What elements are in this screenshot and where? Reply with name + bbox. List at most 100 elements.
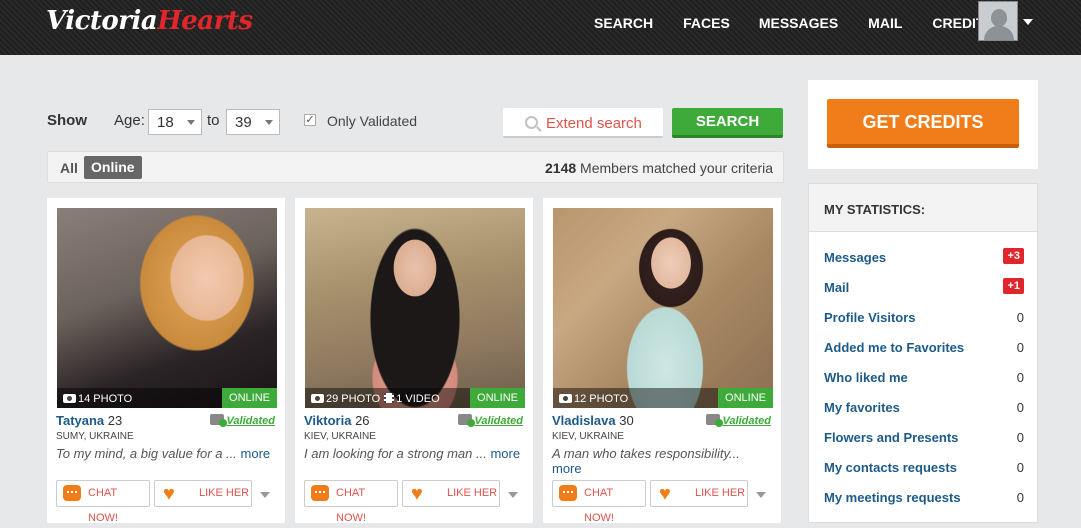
stat-added-to-favorites[interactable]: Added me to Favorites 0 — [824, 340, 1024, 360]
chevron-down-icon — [265, 120, 273, 125]
profile-bio: To my mind, a big value for a ... more — [56, 446, 274, 461]
profile-location: KIEV, UKRAINE — [304, 431, 376, 442]
extend-search-button[interactable]: Extend search — [503, 108, 663, 138]
only-validated-checkbox[interactable]: ✓ — [304, 114, 316, 126]
search-button[interactable]: SEARCH — [672, 108, 783, 138]
profile-age: 30 — [619, 413, 634, 428]
more-link[interactable]: more — [490, 446, 520, 461]
photo-count: 14 PHOTO — [63, 393, 132, 405]
logo-text-victoria: Victoria — [46, 6, 158, 36]
id-verified-icon — [209, 414, 227, 427]
like-her-label: LIKE HER — [199, 487, 250, 499]
stat-contacts-requests[interactable]: My contacts requests 0 — [824, 460, 1024, 480]
profile-bio: I am looking for a strong man ... more — [304, 446, 522, 461]
profile-photo[interactable]: 14 PHOTO ONLINE — [57, 208, 277, 408]
profile-location: SUMY, UKRAINE — [56, 431, 134, 442]
camera-icon — [311, 394, 324, 403]
profile-photo[interactable]: 12 PHOTO ONLINE — [553, 208, 773, 408]
stat-value: 0 — [1016, 430, 1024, 445]
stats-title: MY STATISTICS: — [824, 202, 926, 217]
chevron-down-icon — [187, 120, 195, 125]
like-her-button[interactable]: ♥ LIKE HER — [650, 480, 748, 507]
validated-badge[interactable]: Validated — [209, 414, 276, 427]
nav-faces[interactable]: FACES — [683, 15, 730, 31]
profile-name[interactable]: Tatyana — [56, 413, 104, 428]
online-badge: ONLINE — [222, 388, 277, 408]
stat-profile-visitors[interactable]: Profile Visitors 0 — [824, 310, 1024, 330]
photo-count: 29 PHOTO 1 VIDEO — [311, 393, 440, 405]
age-from-select[interactable]: 18 — [148, 109, 202, 135]
profile-age: 26 — [355, 413, 370, 428]
credits-panel: GET CREDITS — [808, 80, 1038, 169]
profile-name[interactable]: Vladislava — [552, 413, 616, 428]
profile-age: 23 — [107, 413, 123, 428]
id-verified-icon — [705, 414, 723, 427]
my-statistics-panel: MY STATISTICS: Messages +3 Mail +1 Profile… — [808, 183, 1038, 523]
stat-new-badge: +3 — [1003, 248, 1024, 264]
account-menu-caret-icon[interactable] — [1023, 19, 1033, 25]
user-avatar[interactable] — [978, 1, 1018, 41]
to-label: to — [207, 112, 220, 129]
stat-my-favorites[interactable]: My favorites 0 — [824, 400, 1024, 420]
validated-label: Validated — [226, 415, 276, 427]
chat-now-button[interactable]: CHAT NOW! — [56, 480, 150, 524]
profile-location: KIEV, UKRAINE — [552, 431, 624, 442]
like-her-button[interactable]: ♥ LIKE HER — [154, 480, 252, 507]
stat-flowers-presents[interactable]: Flowers and Presents 0 — [824, 430, 1024, 450]
age-from-value: 18 — [157, 114, 174, 131]
stat-label: Messages — [824, 250, 887, 265]
stat-value: 0 — [1016, 340, 1024, 355]
stat-label: Profile Visitors — [824, 310, 916, 325]
stat-messages[interactable]: Messages +3 — [824, 248, 1024, 270]
more-link[interactable]: more — [241, 446, 271, 461]
site-logo[interactable]: VictoriaHearts — [46, 6, 253, 36]
online-badge: ONLINE — [718, 388, 773, 408]
search-icon — [525, 116, 538, 129]
nav-messages[interactable]: MESSAGES — [759, 15, 838, 31]
more-actions-chevron-icon[interactable] — [508, 492, 518, 498]
online-badge: ONLINE — [470, 388, 525, 408]
more-actions-chevron-icon[interactable] — [260, 492, 270, 498]
stat-meetings-requests[interactable]: My meetings requests 0 — [824, 490, 1024, 510]
avatar-placeholder-icon — [991, 9, 1007, 27]
video-count-label: 1 VIDEO — [396, 393, 440, 405]
main-nav: SEARCH FACES MESSAGES MAIL CREDITS — [594, 15, 994, 31]
validated-badge[interactable]: Validated — [705, 414, 771, 427]
profile-name-row: Viktoria 26 — [304, 413, 370, 428]
stat-mail[interactable]: Mail +1 — [824, 278, 1024, 300]
photo-count-label: 12 PHOTO — [574, 393, 629, 405]
tab-online[interactable]: Online — [84, 156, 142, 179]
profile-name[interactable]: Viktoria — [304, 413, 351, 428]
stat-who-liked-me[interactable]: Who liked me 0 — [824, 370, 1024, 390]
bio-text: To my mind, a big value for a ... — [56, 446, 237, 461]
nav-mail[interactable]: MAIL — [868, 15, 902, 31]
results-tabs-bar: All Online 2148 Members matched your cri… — [47, 151, 784, 183]
stat-label: My contacts requests — [824, 460, 957, 475]
chat-now-button[interactable]: CHAT NOW! — [552, 480, 646, 524]
chat-now-button[interactable]: CHAT NOW! — [304, 480, 398, 524]
age-to-select[interactable]: 39 — [226, 109, 280, 135]
photo-count-label: 14 PHOTO — [78, 393, 133, 405]
stat-new-badge: +1 — [1003, 278, 1024, 294]
more-actions-chevron-icon[interactable] — [756, 492, 766, 498]
matched-count-text: 2148 Members matched your criteria — [545, 160, 773, 176]
validated-badge[interactable]: Validated — [457, 414, 524, 427]
stat-label: My favorites — [824, 400, 900, 415]
nav-search[interactable]: SEARCH — [594, 15, 653, 31]
like-her-button[interactable]: ♥ LIKE HER — [402, 480, 500, 507]
profile-photo[interactable]: 29 PHOTO 1 VIDEO ONLINE — [305, 208, 525, 408]
like-her-label: LIKE HER — [695, 487, 746, 499]
profile-name-row: Tatyana 23 — [56, 413, 122, 428]
heart-icon: ♥ — [411, 483, 423, 505]
chat-icon — [311, 485, 329, 501]
get-credits-button[interactable]: GET CREDITS — [827, 99, 1019, 148]
age-label: Age: — [114, 112, 145, 129]
avatar-placeholder-body — [984, 26, 1014, 40]
tab-all[interactable]: All — [60, 160, 78, 176]
more-link[interactable]: more — [552, 461, 582, 476]
profile-bio: A man who takes responsibility... more — [552, 446, 770, 476]
chat-now-label: CHAT NOW! — [88, 487, 118, 524]
profile-card: 29 PHOTO 1 VIDEO ONLINE Viktoria 26 Valid… — [295, 198, 533, 524]
stat-label: My meetings requests — [824, 490, 961, 505]
validated-label: Validated — [474, 415, 524, 427]
